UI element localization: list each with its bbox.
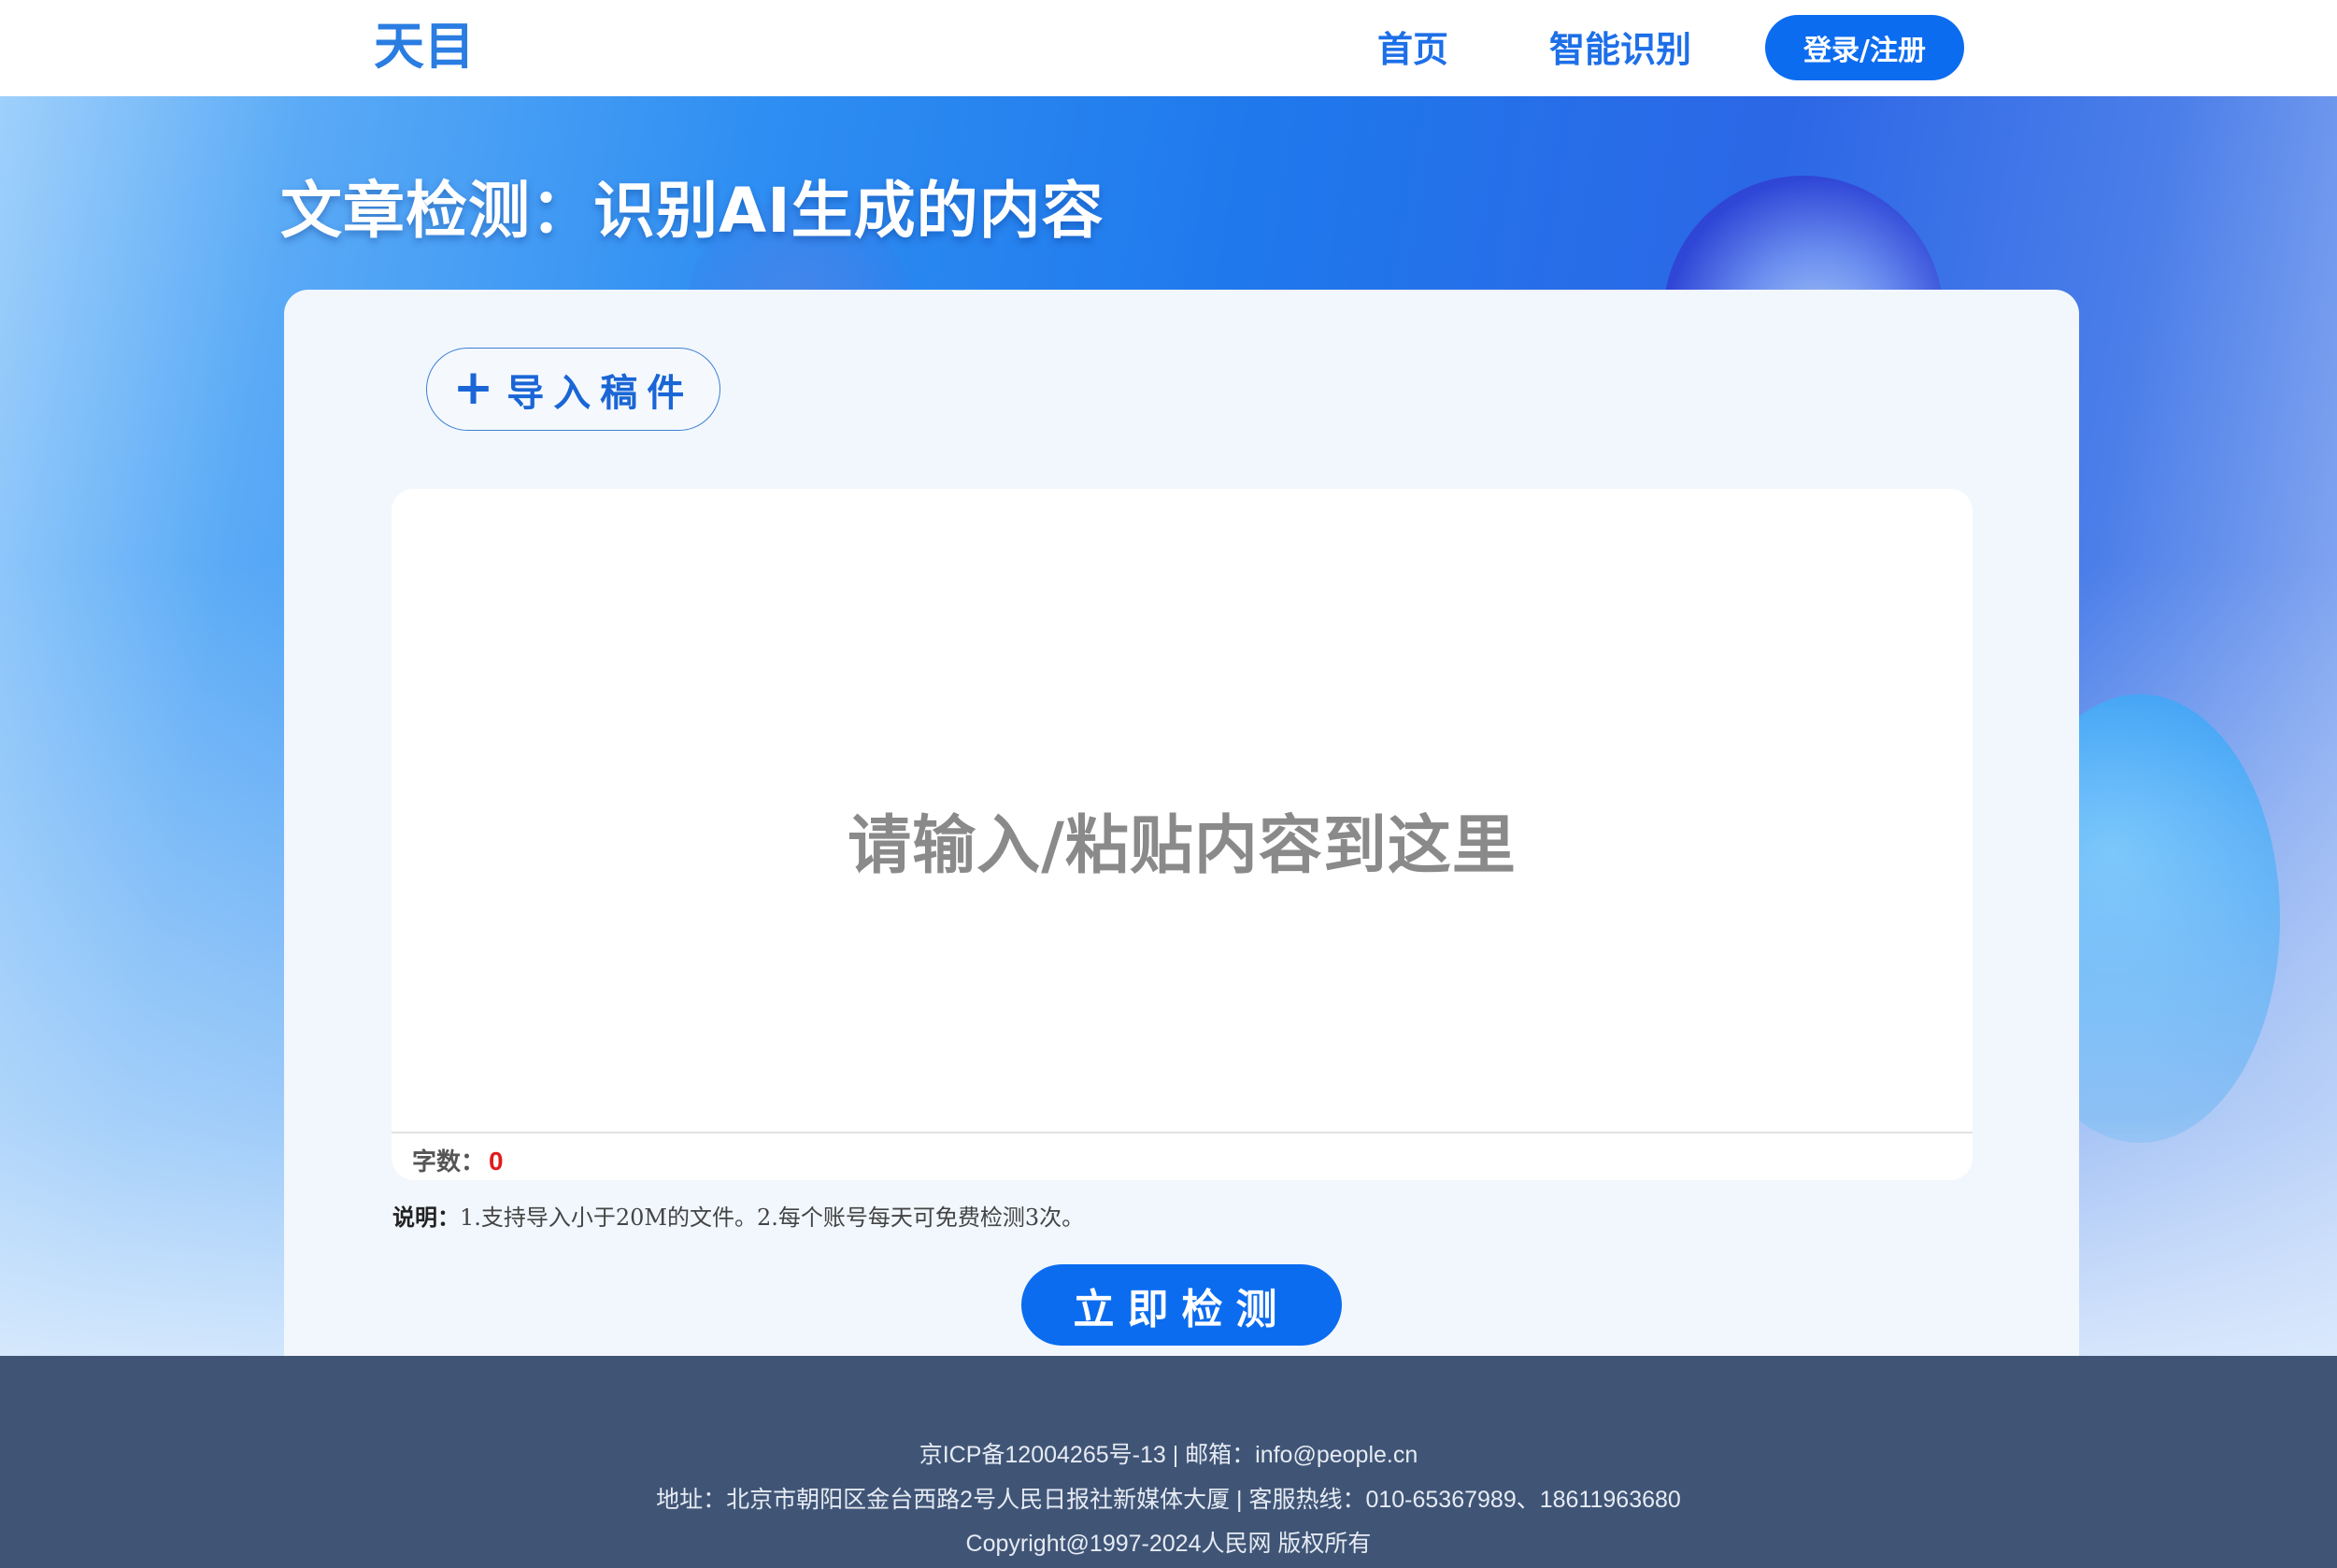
detect-now-button[interactable]: 立即检测 — [1021, 1264, 1342, 1346]
import-document-button[interactable]: + 导入稿件 — [426, 348, 720, 431]
word-count: 字数： 0 — [412, 1143, 504, 1177]
editor-placeholder: 请输入/粘贴内容到这里 — [848, 809, 1517, 883]
top-navbar: 天目 首页 智能识别 登录/注册 — [0, 0, 2337, 96]
detection-card: + 导入稿件 请输入/粘贴内容到这里 字数： 0 说明：1.支持导入小于20M的… — [284, 290, 2079, 1364]
logo-text: 天目 — [374, 17, 475, 76]
note-label: 说明： — [392, 1204, 460, 1231]
nav-smart-recognition[interactable]: 智能识别 — [1549, 21, 1691, 72]
footer-copyright: Copyright@1997-2024人民网 版权所有 — [965, 1531, 1372, 1557]
footer-address-hotline: 地址：北京市朝阳区金台西路2号人民日报社新媒体大厦 | 客服热线：010-653… — [656, 1487, 1681, 1513]
content-editor: 请输入/粘贴内容到这里 字数： 0 — [392, 489, 1973, 1180]
word-count-label: 字数： — [412, 1148, 486, 1176]
plus-icon: + — [452, 359, 494, 416]
site-logo[interactable]: 天目 — [374, 19, 475, 75]
nav-home[interactable]: 首页 — [1377, 21, 1448, 72]
page-title: 文章检测：识别AI生成的内容 — [280, 175, 1104, 247]
usage-note: 说明：1.支持导入小于20M的文件。2.每个账号每天可免费检测3次。 — [392, 1199, 1084, 1232]
footer-icp-email: 京ICP备12004265号-13 | 邮箱：info@people.cn — [919, 1442, 1418, 1468]
note-text: 1.支持导入小于20M的文件。2.每个账号每天可免费检测3次。 — [460, 1205, 1085, 1231]
import-label: 导入稿件 — [506, 371, 694, 415]
word-count-value: 0 — [489, 1147, 504, 1176]
login-register-button[interactable]: 登录/注册 — [1765, 15, 1964, 80]
site-footer: 京ICP备12004265号-13 | 邮箱：info@people.cn 地址… — [0, 1356, 2337, 1568]
